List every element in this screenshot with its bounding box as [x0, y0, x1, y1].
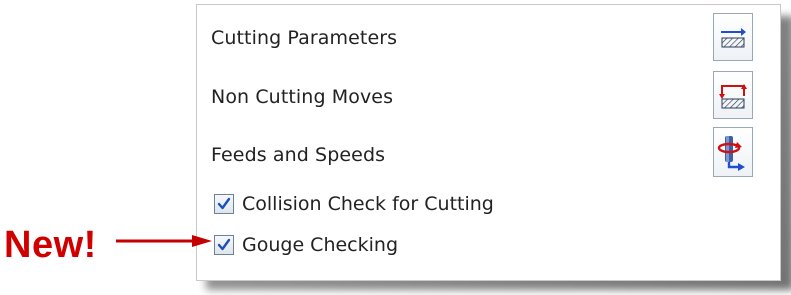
- new-callout-text: New!: [4, 224, 97, 266]
- checkmark-icon: [217, 238, 231, 251]
- feeds-and-speeds-label: Feeds and Speeds: [211, 144, 386, 166]
- cutting-parameters-row: Cutting Parameters: [211, 15, 766, 61]
- collision-check-checkbox[interactable]: [214, 194, 234, 214]
- cutting-parameters-icon: [721, 28, 746, 48]
- screenshot-stage: Cutting Parameters Non Cutting Moves Fee…: [0, 0, 791, 295]
- feeds-and-speeds-button[interactable]: [713, 127, 753, 177]
- non-cutting-moves-label: Non Cutting Moves: [211, 86, 394, 108]
- collision-check-row: Collision Check for Cutting: [214, 190, 494, 218]
- checkmark-icon: [217, 197, 231, 210]
- non-cutting-moves-icon: [719, 84, 747, 109]
- feeds-and-speeds-icon: [717, 136, 745, 171]
- cutting-parameters-label: Cutting Parameters: [211, 27, 398, 49]
- operation-settings-panel: Cutting Parameters Non Cutting Moves Fee…: [196, 4, 781, 281]
- cutting-parameters-button[interactable]: [713, 13, 753, 61]
- non-cutting-moves-row: Non Cutting Moves: [211, 74, 766, 120]
- non-cutting-moves-button[interactable]: [713, 71, 753, 119]
- collision-check-label: Collision Check for Cutting: [242, 193, 494, 215]
- callout-arrow-icon: [116, 235, 212, 247]
- gouge-checking-label: Gouge Checking: [242, 234, 399, 256]
- feeds-and-speeds-row: Feeds and Speeds: [211, 132, 766, 178]
- gouge-checking-row: Gouge Checking: [214, 231, 398, 259]
- gouge-checking-checkbox[interactable]: [214, 235, 234, 255]
